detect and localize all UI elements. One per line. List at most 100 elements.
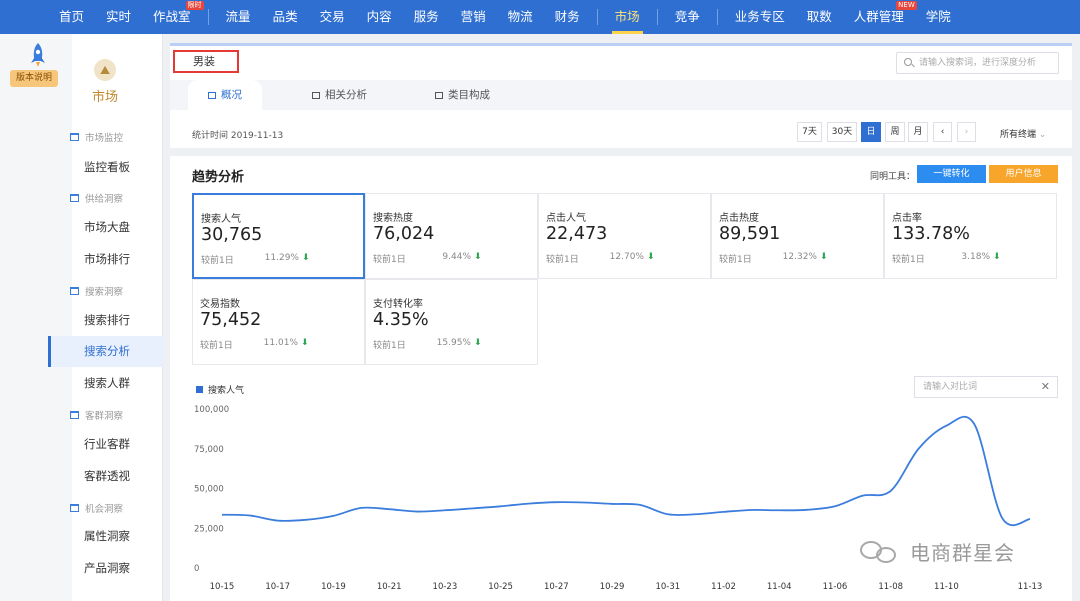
data-point[interactable] bbox=[833, 505, 836, 508]
data-point[interactable] bbox=[276, 519, 279, 522]
x-tick-label: 11-10 bbox=[934, 582, 959, 592]
nav-item-customer-perspective[interactable]: 客群透视 bbox=[48, 461, 163, 492]
nav-item-3[interactable]: 流量 bbox=[215, 0, 262, 34]
data-point[interactable] bbox=[610, 502, 613, 505]
keyword-label: 男装 bbox=[173, 50, 239, 73]
nav-item-product-insight[interactable]: 产品洞察 bbox=[48, 553, 163, 584]
nav-item-monitor-board[interactable]: 监控看板 bbox=[48, 152, 163, 183]
nav-item-12[interactable]: 竞争 bbox=[664, 0, 711, 34]
tab-related-analysis[interactable]: 相关分析 bbox=[292, 80, 387, 110]
nav-item-search-analysis[interactable]: 搜索分析 bbox=[48, 336, 163, 367]
data-point[interactable] bbox=[778, 509, 781, 512]
data-point[interactable] bbox=[499, 505, 502, 508]
next-date-button[interactable]: › bbox=[957, 122, 976, 142]
data-point[interactable] bbox=[806, 508, 809, 511]
nav-item-5[interactable]: 交易 bbox=[309, 0, 356, 34]
data-point[interactable] bbox=[220, 513, 223, 516]
data-point[interactable] bbox=[583, 501, 586, 504]
x-tick-label: 10-23 bbox=[433, 582, 458, 592]
data-point[interactable] bbox=[248, 514, 251, 517]
version-notes-tag[interactable]: 版本说明 bbox=[10, 70, 58, 87]
data-point[interactable] bbox=[555, 501, 558, 504]
nav-badge: NEW bbox=[896, 1, 917, 10]
series-line[interactable] bbox=[221, 415, 1031, 527]
nav-item-15[interactable]: 人群管理 NEW bbox=[843, 0, 917, 34]
nav-item-search-ranking[interactable]: 搜索排行 bbox=[48, 305, 163, 336]
tab-category-composition[interactable]: 类目构成 bbox=[415, 80, 510, 110]
nav-item-attribute-insight[interactable]: 属性洞察 bbox=[48, 521, 163, 552]
nav-item-4[interactable]: 品类 bbox=[262, 0, 309, 34]
x-tick-label: 10-29 bbox=[600, 582, 625, 592]
nav-item-9[interactable]: 物流 bbox=[497, 0, 544, 34]
nav-badge: 限时 bbox=[185, 1, 204, 10]
nav-item-market-overview[interactable]: 市场大盘 bbox=[48, 212, 163, 243]
x-tick-label: 10-21 bbox=[377, 582, 402, 592]
data-point[interactable] bbox=[917, 447, 920, 450]
data-point[interactable] bbox=[694, 513, 697, 516]
nav-item-2[interactable]: 作战室 限时 bbox=[142, 0, 204, 34]
data-point[interactable] bbox=[415, 510, 418, 513]
data-point[interactable] bbox=[666, 513, 669, 516]
watermark: 电商群星会 bbox=[860, 537, 1015, 566]
y-tick-label: 50,000 bbox=[194, 485, 224, 495]
search-icon bbox=[904, 58, 912, 66]
header-panel: 男装 请输入搜索词，进行深度分析 概况 相关分析 类目构成 统计时间 2019-… bbox=[170, 43, 1072, 148]
lock-icon bbox=[312, 92, 320, 99]
chart-icon bbox=[70, 504, 79, 512]
x-tick-label: 10-31 bbox=[655, 582, 680, 592]
nav-item-market-ranking[interactable]: 市场排行 bbox=[48, 244, 163, 275]
data-point[interactable] bbox=[638, 503, 641, 506]
data-point[interactable] bbox=[304, 518, 307, 521]
nav-item-16[interactable]: 学院 bbox=[915, 0, 962, 34]
range-month-button[interactable]: 月 bbox=[908, 122, 928, 142]
nav-item-10[interactable]: 财务 bbox=[544, 0, 591, 34]
y-tick-label: 0 bbox=[194, 564, 199, 574]
data-point[interactable] bbox=[750, 508, 753, 511]
search-input[interactable]: 请输入搜索词，进行深度分析 bbox=[896, 52, 1059, 74]
prev-date-button[interactable]: ‹ bbox=[933, 122, 952, 142]
data-point[interactable] bbox=[945, 424, 948, 427]
sidebar: 版本说明 ⛰ 市场 市场监控 监控看板 供给洞察 市场大盘 市场排行 搜索洞察 … bbox=[0, 34, 163, 601]
data-point[interactable] bbox=[889, 489, 892, 492]
chart-icon bbox=[70, 194, 79, 202]
range-7-days-button[interactable]: 7天 bbox=[797, 122, 822, 142]
nav-divider bbox=[656, 9, 658, 25]
data-point[interactable] bbox=[1028, 517, 1031, 520]
data-point[interactable] bbox=[471, 507, 474, 510]
range-30-days-button[interactable]: 30天 bbox=[827, 122, 857, 142]
nav-item-search-audience[interactable]: 搜索人群 bbox=[48, 368, 163, 399]
nav-item-6[interactable]: 内容 bbox=[356, 0, 403, 34]
tab-overview[interactable]: 概况 bbox=[188, 80, 262, 110]
chart-icon bbox=[70, 133, 79, 141]
nav-group-search-insight: 搜索洞察 bbox=[70, 284, 123, 298]
nav-item-13[interactable]: 业务专区 bbox=[724, 0, 796, 34]
wechat-icon bbox=[860, 539, 904, 565]
nav-divider bbox=[716, 9, 718, 25]
data-point[interactable] bbox=[1001, 516, 1004, 519]
data-point[interactable] bbox=[861, 494, 864, 497]
rocket-icon bbox=[31, 43, 45, 67]
nav-item-8[interactable]: 营销 bbox=[450, 0, 497, 34]
data-point[interactable] bbox=[722, 510, 725, 513]
data-point[interactable] bbox=[443, 509, 446, 512]
data-point[interactable] bbox=[360, 506, 363, 509]
range-day-button[interactable]: 日 bbox=[861, 122, 881, 142]
top-nav: 首页 实时 作战室 限时 流量 品类 交易 内容 服务 营销 物流 财务 市场 竞争 业务专区 取数 人群管理 N… bbox=[0, 0, 1080, 34]
nav-item-11[interactable]: 市场 bbox=[604, 0, 651, 34]
data-point[interactable] bbox=[973, 423, 976, 426]
nav-item-14[interactable]: 取数 bbox=[796, 0, 843, 34]
range-week-button[interactable]: 周 bbox=[885, 122, 905, 142]
market-icon: ⛰ bbox=[94, 59, 116, 81]
stat-time: 统计时间 2019-11-13 bbox=[192, 131, 284, 141]
x-tick-label: 11-02 bbox=[711, 582, 736, 592]
data-point[interactable] bbox=[332, 514, 335, 517]
data-point[interactable] bbox=[527, 502, 530, 505]
x-tick-label: 11-08 bbox=[878, 582, 903, 592]
data-point[interactable] bbox=[388, 508, 391, 511]
nav-group-supply-insight: 供给洞察 bbox=[70, 191, 123, 205]
nav-item-industry-customers[interactable]: 行业客群 bbox=[48, 429, 163, 460]
nav-item-0[interactable]: 首页 bbox=[48, 0, 95, 34]
nav-item-1[interactable]: 实时 bbox=[95, 0, 142, 34]
terminal-select[interactable]: 所有终端 ⌄ bbox=[1000, 127, 1046, 140]
nav-item-7[interactable]: 服务 bbox=[403, 0, 450, 34]
